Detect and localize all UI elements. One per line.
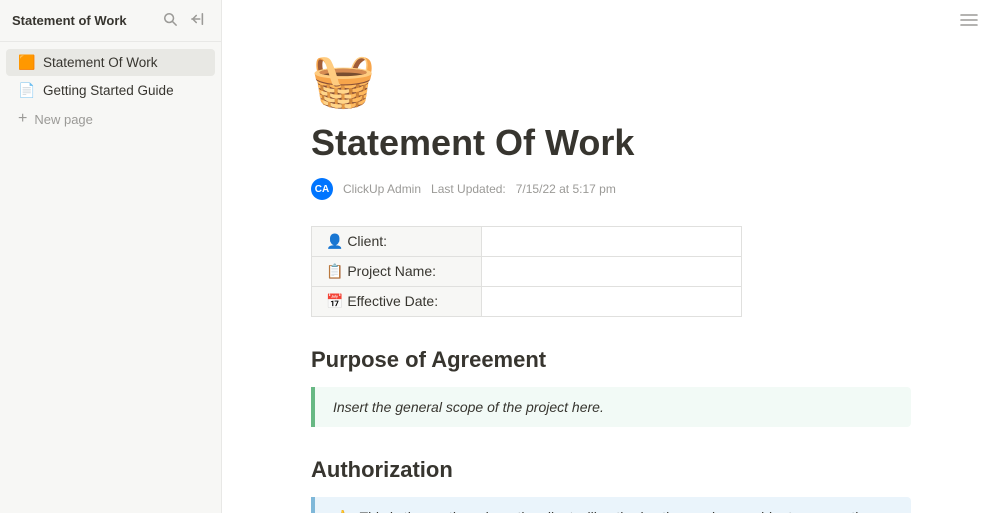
sidebar-item-label: Getting Started Guide (43, 83, 174, 98)
search-icon (163, 12, 177, 26)
sidebar-item-getting-started[interactable]: 📄 Getting Started Guide (6, 77, 215, 104)
table-value-cell[interactable] (482, 227, 742, 257)
callout-blue-authorization: 👍 This is the section where the client wi… (311, 497, 911, 513)
toolbar-row (222, 0, 1000, 35)
table-value-cell[interactable] (482, 287, 742, 317)
sidebar-title: Statement of Work (12, 13, 127, 28)
section-heading-authorization: Authorization (311, 457, 911, 483)
section-heading-purpose: Purpose of Agreement (311, 347, 911, 373)
new-page-label: New page (34, 112, 93, 127)
table-row: 📅 Effective Date: (312, 287, 742, 317)
avatar: CA (311, 178, 333, 200)
doc-title: Statement Of Work (311, 121, 911, 164)
author-name: ClickUp Admin (343, 182, 421, 196)
last-updated-label: Last Updated: (431, 182, 506, 196)
getting-started-icon: 📄 (18, 82, 36, 99)
outline-icon (960, 13, 978, 27)
plus-icon: + (18, 110, 27, 128)
sidebar-item-label: Statement Of Work (43, 55, 158, 70)
collapse-icon (191, 12, 205, 26)
sidebar-header: Statement of Work (0, 0, 221, 42)
statement-of-work-icon: 🟧 (18, 54, 36, 71)
sidebar-nav: 🟧 Statement Of Work 📄 Getting Started Gu… (0, 42, 221, 140)
table-value-cell[interactable] (482, 257, 742, 287)
doc-meta: CA ClickUp Admin Last Updated: 7/15/22 a… (311, 178, 911, 200)
callout-green-purpose: Insert the general scope of the project … (311, 387, 911, 427)
table-label-cell: 👤 Client: (312, 227, 482, 257)
search-button[interactable] (159, 10, 181, 31)
sidebar-item-statement-of-work[interactable]: 🟧 Statement Of Work (6, 49, 215, 76)
document-body: 🧺 Statement Of Work CA ClickUp Admin Las… (251, 35, 971, 513)
sow-table-body: 👤 Client:📋 Project Name:📅 Effective Date… (312, 227, 742, 317)
table-row: 👤 Client: (312, 227, 742, 257)
table-row: 📋 Project Name: (312, 257, 742, 287)
doc-emoji: 🧺 (311, 55, 911, 107)
sections-container: Purpose of Agreement Insert the general s… (311, 347, 911, 513)
main-content: 🧺 Statement Of Work CA ClickUp Admin Las… (222, 0, 1000, 513)
thumbs-up-icon: 👍 (333, 509, 350, 513)
table-label-cell: 📋 Project Name: (312, 257, 482, 287)
collapse-sidebar-button[interactable] (187, 10, 209, 31)
sow-table: 👤 Client:📋 Project Name:📅 Effective Date… (311, 226, 742, 317)
callout-text: This is the section where the client wil… (358, 509, 893, 513)
sidebar: Statement of Work 🟧 Statement Of Work (0, 0, 222, 513)
outline-button[interactable] (954, 10, 984, 35)
sidebar-icon-group (159, 10, 209, 31)
last-updated-value: 7/15/22 at 5:17 pm (516, 182, 616, 196)
table-label-cell: 📅 Effective Date: (312, 287, 482, 317)
new-page-button[interactable]: + New page (6, 105, 215, 133)
